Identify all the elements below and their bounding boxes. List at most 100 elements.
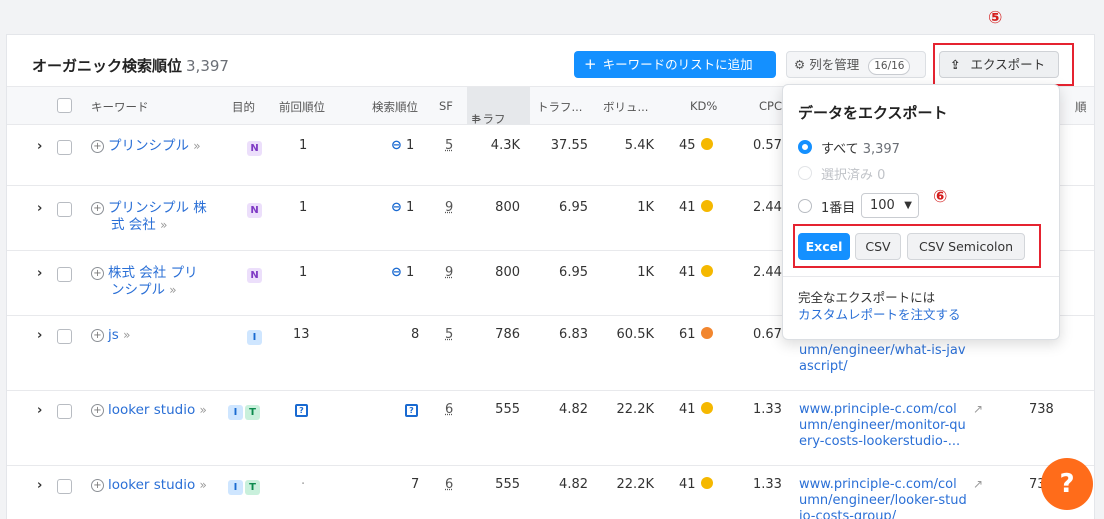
- external-link-icon[interactable]: ↗: [973, 477, 983, 491]
- sf-count[interactable]: 5: [445, 327, 453, 342]
- row-count-value: 100: [870, 198, 895, 213]
- kd-value: 41: [679, 200, 696, 215]
- kd-dot: [700, 265, 713, 277]
- kd-dot: [700, 327, 713, 339]
- keyword-text: プリンシプル: [108, 138, 189, 154]
- table-row: › + looker studio » IT · 7 6 555 4.82 22.…: [7, 466, 1094, 519]
- option-first-label[interactable]: 1番目: [821, 197, 855, 216]
- serp-feature-icon: ?: [405, 404, 418, 417]
- kd-value: 41: [679, 477, 696, 492]
- position-value: 1: [406, 200, 415, 215]
- chevron-down-icon: ▼: [904, 200, 912, 211]
- kd: 61: [679, 327, 713, 342]
- intent-badge: N: [247, 141, 262, 156]
- row-checkbox[interactable]: [57, 140, 72, 155]
- sf-count[interactable]: 9: [445, 200, 453, 215]
- col-keyword[interactable]: キーワード: [91, 99, 149, 115]
- keyword-link[interactable]: + プリンシプル »: [91, 138, 201, 155]
- url-line3: ery-costs-lookerstudio-...: [799, 434, 961, 449]
- traffic-pct: 37.55: [550, 138, 588, 153]
- row-checkbox[interactable]: [57, 479, 72, 494]
- step-marker-5: ⑤: [988, 8, 1003, 28]
- title-count: 3,397: [186, 57, 229, 75]
- intent-badges: N: [247, 140, 264, 156]
- expand-chevron-icon[interactable]: ›: [37, 201, 42, 216]
- traffic: 555: [495, 477, 520, 492]
- double-chevron-icon: »: [193, 139, 201, 153]
- col-cpc[interactable]: CPC: [759, 99, 782, 113]
- sf-count[interactable]: 6: [445, 402, 453, 417]
- keyword-link[interactable]: + js »: [91, 327, 130, 344]
- highlight-box-export: [933, 43, 1074, 86]
- col-kd[interactable]: KD%: [690, 99, 717, 113]
- cpc: 0.67: [753, 327, 782, 342]
- row-checkbox[interactable]: [57, 404, 72, 419]
- expand-chevron-icon[interactable]: ›: [37, 403, 42, 418]
- option-selected-label: 選択済み 0: [821, 164, 885, 183]
- url-link[interactable]: umn/engineer/what-is-jav ascript/: [799, 343, 966, 375]
- traffic-pct: 4.82: [559, 477, 588, 492]
- keyword-link[interactable]: + プリンシプル 株式 会社 »: [91, 200, 207, 234]
- prev-position: ?: [295, 402, 308, 417]
- add-circle-icon: +: [91, 267, 104, 280]
- row-checkbox[interactable]: [57, 329, 72, 344]
- sf-count[interactable]: 9: [445, 265, 453, 280]
- expand-chevron-icon[interactable]: ›: [37, 266, 42, 281]
- sf-count[interactable]: 6: [445, 477, 453, 492]
- custom-report-link[interactable]: カスタムレポートを注文する: [798, 307, 961, 323]
- opt-selected-count: 0: [877, 168, 886, 183]
- kd: 41: [679, 402, 713, 417]
- row-count-select[interactable]: 100 ▼: [861, 193, 919, 218]
- prev-position: 13: [293, 327, 310, 342]
- manage-columns-button[interactable]: ⚙ 列を管理 16/16: [786, 51, 926, 78]
- intent-badges: N: [247, 267, 264, 283]
- popup-divider: [783, 276, 1059, 277]
- keyword-link[interactable]: + looker studio »: [91, 402, 207, 419]
- opt-all-count: 3,397: [862, 142, 900, 157]
- url-line2: umn/engineer/monitor-qu: [799, 418, 966, 433]
- col-traffic-pct[interactable]: トラフ...: [537, 99, 582, 115]
- volume: 1K: [637, 265, 654, 280]
- position: ?: [405, 402, 418, 417]
- col-sf[interactable]: SF: [439, 99, 453, 113]
- col-intent[interactable]: 目的: [232, 99, 255, 115]
- add-circle-icon: +: [91, 479, 104, 492]
- url-line1: www.principle-c.com/col: [799, 402, 957, 417]
- col-extra[interactable]: 順: [1075, 99, 1087, 115]
- traffic: 786: [495, 327, 520, 342]
- link-icon: ⊖: [391, 200, 402, 215]
- option-all-label[interactable]: すべて 3,397: [821, 138, 900, 157]
- radio-all[interactable]: [798, 140, 812, 154]
- expand-chevron-icon[interactable]: ›: [37, 328, 42, 343]
- volume: 1K: [637, 200, 654, 215]
- expand-chevron-icon[interactable]: ›: [37, 139, 42, 154]
- help-button[interactable]: ?: [1041, 458, 1093, 510]
- col-volume[interactable]: ボリュ...: [603, 99, 648, 115]
- external-link-icon[interactable]: ↗: [973, 402, 983, 416]
- keyword-link[interactable]: + looker studio »: [91, 477, 207, 494]
- cpc: 1.33: [753, 477, 782, 492]
- url-link[interactable]: www.principle-c.com/col umn/engineer/look…: [799, 477, 967, 519]
- radio-first[interactable]: [798, 199, 812, 213]
- intent-badges: I: [247, 329, 264, 345]
- full-export-note: 完全なエクスポートには: [798, 290, 936, 305]
- col-prev-position[interactable]: 前回順位: [279, 99, 325, 115]
- select-all-checkbox[interactable]: [57, 98, 72, 113]
- title-text: オーガニック検索順位: [32, 57, 183, 75]
- expand-chevron-icon[interactable]: ›: [37, 478, 42, 493]
- kd-value: 45: [679, 138, 696, 153]
- row-checkbox[interactable]: [57, 267, 72, 282]
- opt-selected-text: 選択済み: [821, 168, 874, 183]
- row-checkbox[interactable]: [57, 202, 72, 217]
- keyword-link[interactable]: + 株式 会社 プリ ンシプル »: [91, 265, 198, 299]
- columns-count-badge: 16/16: [868, 58, 911, 75]
- add-to-keyword-list-button[interactable]: + キーワードのリストに追加: [574, 51, 776, 78]
- intent-badges: IT: [228, 479, 262, 495]
- add-circle-icon: +: [91, 404, 104, 417]
- col-position[interactable]: 検索順位: [372, 99, 418, 115]
- step-marker-6: ⑥: [933, 187, 948, 207]
- url-line3: ascript/: [799, 359, 848, 374]
- sf-count[interactable]: 5: [445, 138, 453, 153]
- url-link[interactable]: www.principle-c.com/col umn/engineer/moni…: [799, 402, 966, 450]
- link-icon: ⊖: [391, 265, 402, 280]
